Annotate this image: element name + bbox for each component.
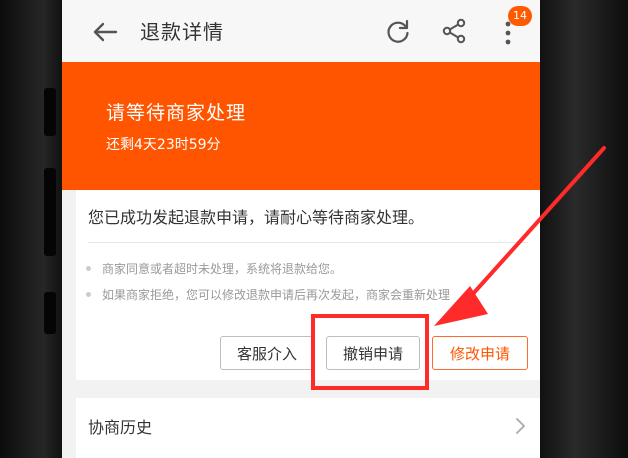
share-icon[interactable] bbox=[440, 17, 468, 45]
refresh-icon[interactable] bbox=[384, 17, 412, 45]
phone-side-button bbox=[44, 168, 56, 256]
status-title: 请等待商家处理 bbox=[106, 102, 247, 124]
refund-info-card: 您已成功发起退款申请，请耐心等待商家处理。 商家同意或者超时未处理，系统将退款给… bbox=[76, 190, 540, 380]
tip-item: 商家同意或者超时未处理，系统将退款给您。 bbox=[85, 262, 343, 276]
notification-badge: 14 bbox=[508, 6, 532, 26]
phone-side-button bbox=[44, 292, 56, 334]
tip-item: 如果商家拒绝，您可以修改退款申请后再次发起，商家会重新处理 bbox=[85, 288, 451, 302]
history-label: 协商历史 bbox=[88, 418, 153, 437]
phone-screen: 退款详情 14 请等待商家处理 还剩4天23时59分 您已成功发起退款申请，请耐… bbox=[62, 0, 540, 458]
time-remaining: 还剩4天23时59分 bbox=[106, 137, 221, 153]
modify-application-button[interactable]: 修改申请 bbox=[432, 336, 528, 370]
customer-service-button[interactable]: 客服介入 bbox=[220, 336, 314, 370]
phone-bezel-right bbox=[540, 0, 628, 458]
divider bbox=[88, 242, 528, 243]
refund-notice: 您已成功发起退款申请，请耐心等待商家处理。 bbox=[88, 208, 425, 227]
highlight-box bbox=[311, 314, 429, 390]
app-bar: 退款详情 14 bbox=[62, 0, 540, 63]
phone-side-button bbox=[44, 88, 56, 136]
negotiation-history-row[interactable]: 协商历史 bbox=[76, 398, 540, 458]
chevron-right-icon bbox=[516, 418, 525, 434]
back-arrow-icon[interactable] bbox=[90, 17, 120, 47]
status-banner: 请等待商家处理 还剩4天23时59分 bbox=[62, 62, 540, 190]
page-title: 退款详情 bbox=[140, 20, 224, 44]
